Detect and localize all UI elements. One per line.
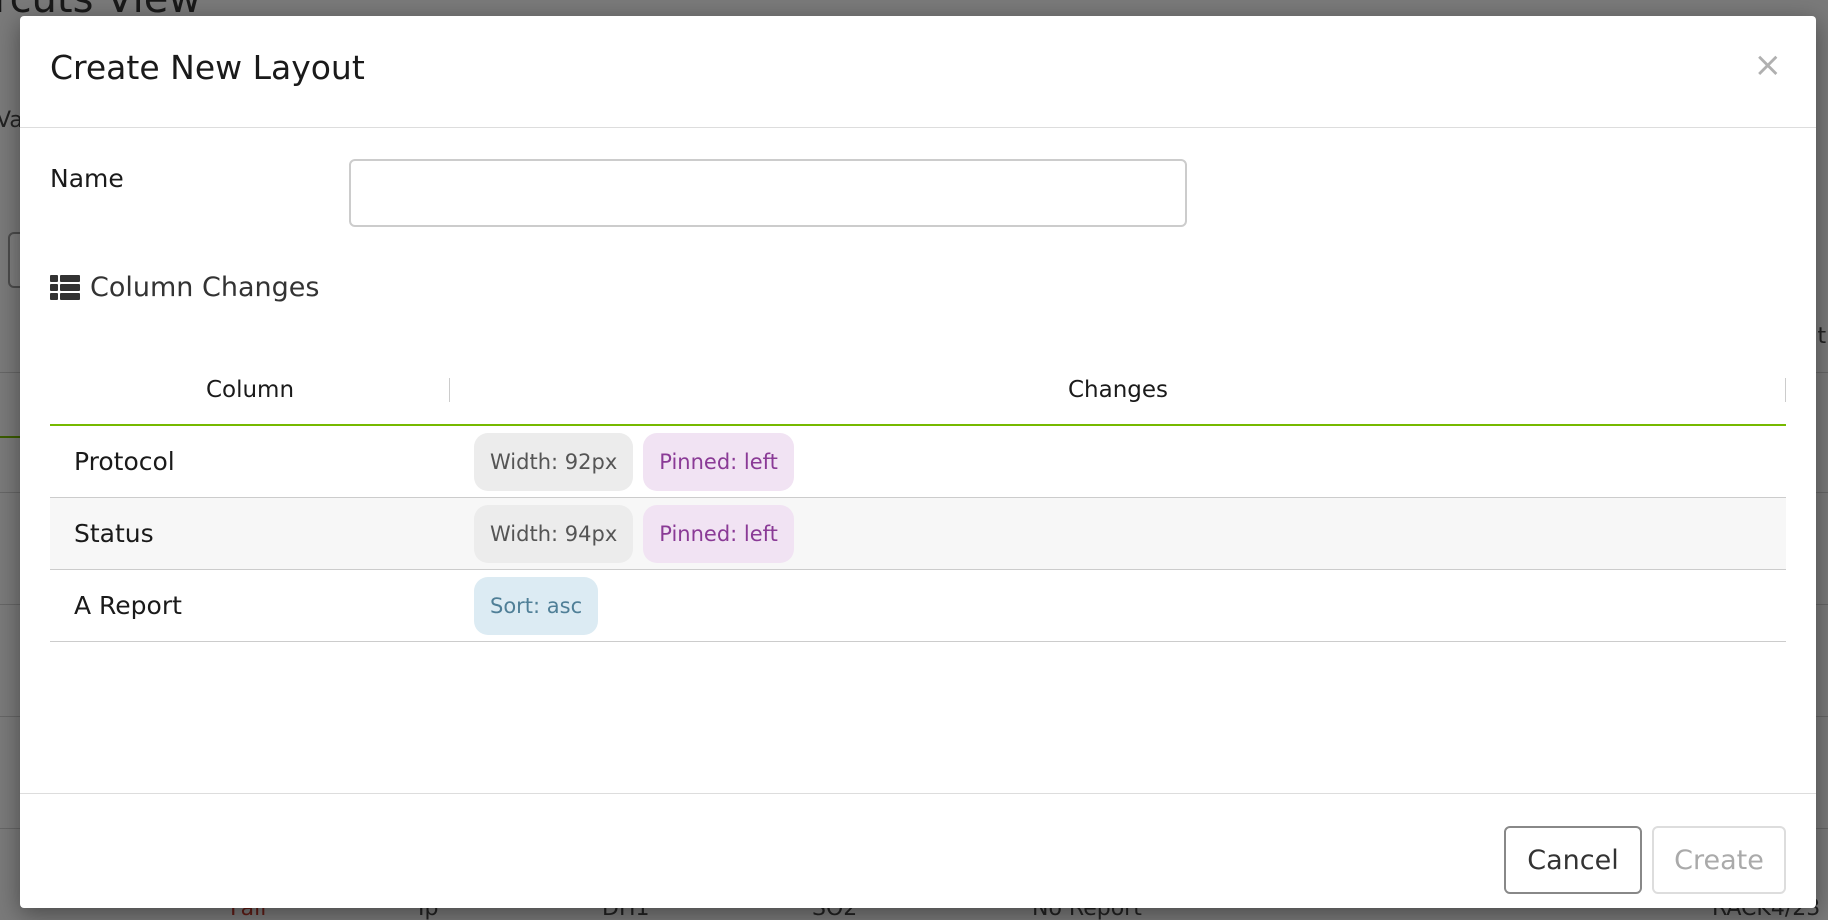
header-column[interactable]: Column bbox=[50, 356, 450, 424]
table-header: Column Changes bbox=[50, 356, 1786, 426]
table-row: Protocol Width: 92px Pinned: left bbox=[50, 426, 1786, 498]
close-icon[interactable]: × bbox=[1754, 48, 1783, 82]
name-label: Name bbox=[50, 164, 124, 193]
name-input[interactable] bbox=[349, 159, 1187, 227]
table-icon bbox=[50, 275, 80, 300]
changes-cell: Width: 92px Pinned: left bbox=[450, 432, 1786, 491]
dialog-footer: Cancel Create bbox=[20, 793, 1816, 908]
dialog-header: Create New Layout × bbox=[20, 16, 1816, 128]
column-name: Status bbox=[74, 519, 154, 548]
cancel-button[interactable]: Cancel bbox=[1504, 826, 1642, 894]
changes-cell: Width: 94px Pinned: left bbox=[450, 504, 1786, 563]
column-name: Protocol bbox=[74, 447, 175, 476]
pinned-chip: Pinned: left bbox=[643, 432, 794, 491]
changes-cell: Sort: asc bbox=[450, 576, 1786, 635]
create-layout-dialog: Create New Layout × Name Column Changes … bbox=[20, 16, 1816, 908]
create-button[interactable]: Create bbox=[1652, 826, 1786, 894]
sort-chip: Sort: asc bbox=[474, 576, 599, 635]
width-chip: Width: 92px bbox=[474, 432, 634, 491]
pinned-chip: Pinned: left bbox=[643, 504, 794, 563]
column-changes-table: Column Changes Protocol Width: 92px Pinn… bbox=[50, 356, 1786, 642]
table-row: Status Width: 94px Pinned: left bbox=[50, 498, 1786, 570]
header-changes[interactable]: Changes bbox=[450, 356, 1786, 424]
width-chip: Width: 94px bbox=[474, 504, 634, 563]
column-name: A Report bbox=[74, 591, 182, 620]
table-row: A Report Sort: asc bbox=[50, 570, 1786, 642]
dialog-title: Create New Layout bbox=[50, 48, 365, 87]
section-title: Column Changes bbox=[90, 272, 320, 303]
column-changes-heading: Column Changes bbox=[50, 272, 319, 303]
